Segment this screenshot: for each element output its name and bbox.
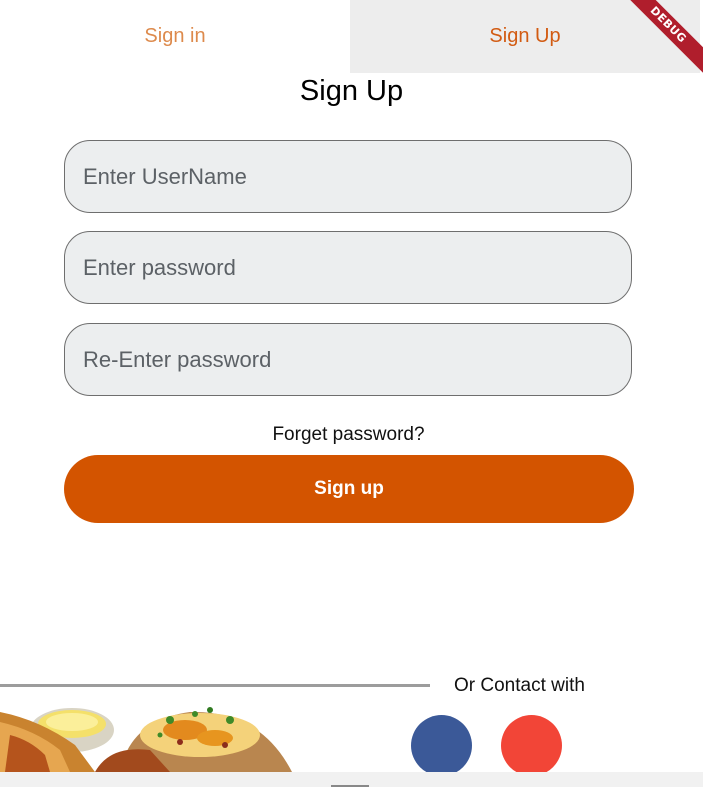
page-title: Sign Up — [299, 75, 404, 107]
forget-password-link[interactable]: Forget password? — [0, 424, 697, 446]
reenter-password-input[interactable] — [64, 323, 632, 396]
contact-label: Or Contact with — [454, 675, 585, 696]
tab-sign-up[interactable]: Sign Up — [350, 0, 700, 73]
sign-up-button[interactable]: Sign up — [64, 455, 634, 523]
facebook-button[interactable] — [411, 715, 472, 772]
tab-sign-in[interactable]: Sign in — [0, 0, 350, 73]
username-input[interactable] — [64, 140, 632, 213]
password-input[interactable] — [64, 231, 632, 304]
food-image — [0, 707, 292, 772]
tab-bar: Sign in Sign Up — [0, 0, 700, 73]
app-screen: Sign in Sign Up DEBUG Sign Up Forget pas… — [0, 0, 703, 772]
divider-line — [0, 684, 430, 687]
google-button[interactable] — [501, 715, 562, 772]
